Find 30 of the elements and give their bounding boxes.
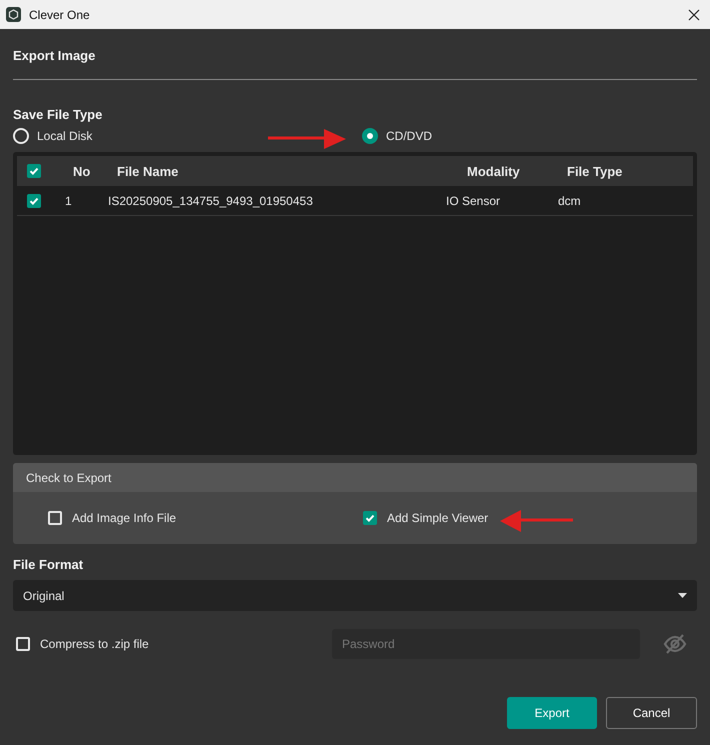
panel-title: Check to Export [26,470,112,484]
export-button[interactable]: Export [507,697,597,729]
row-checkbox[interactable] [27,194,41,208]
window-title: Clever One [29,8,91,22]
password-field[interactable]: Password [332,629,640,659]
checkbox[interactable] [48,511,62,525]
table-cell-text: dcm [558,194,582,208]
column-header: Modality [467,164,521,178]
checkbox[interactable] [363,511,377,525]
select-all-checkbox[interactable] [27,164,41,178]
caret-icon [678,593,687,598]
checkbox[interactable] [16,637,30,651]
format-dropdown[interactable]: Original [13,580,697,611]
table-cell-text: IO Sensor [446,194,502,208]
column-header: File Name [117,164,180,178]
radio-option[interactable]: CD/DVD [362,128,432,144]
section-label: Save File Type [13,107,104,122]
cancel-button[interactable]: Cancel [606,697,697,729]
app-logo-icon [6,7,21,22]
section-label: File Format [13,557,84,572]
column-header: File Type [567,164,624,178]
close-button[interactable] [686,6,702,22]
checkbox-option[interactable]: Add Image Info File [48,511,363,525]
column-header: No [73,164,92,178]
table-cell-text: IS20250905_134755_9493_01950453 [108,194,314,208]
dialog-title: Export Image [13,48,96,63]
checkbox-option[interactable]: Compress to .zip file [13,637,332,651]
dropdown-value: Original [23,588,64,602]
checkbox-option[interactable]: Add Simple Viewer [363,511,488,525]
table-cell-text: 1 [65,194,73,208]
